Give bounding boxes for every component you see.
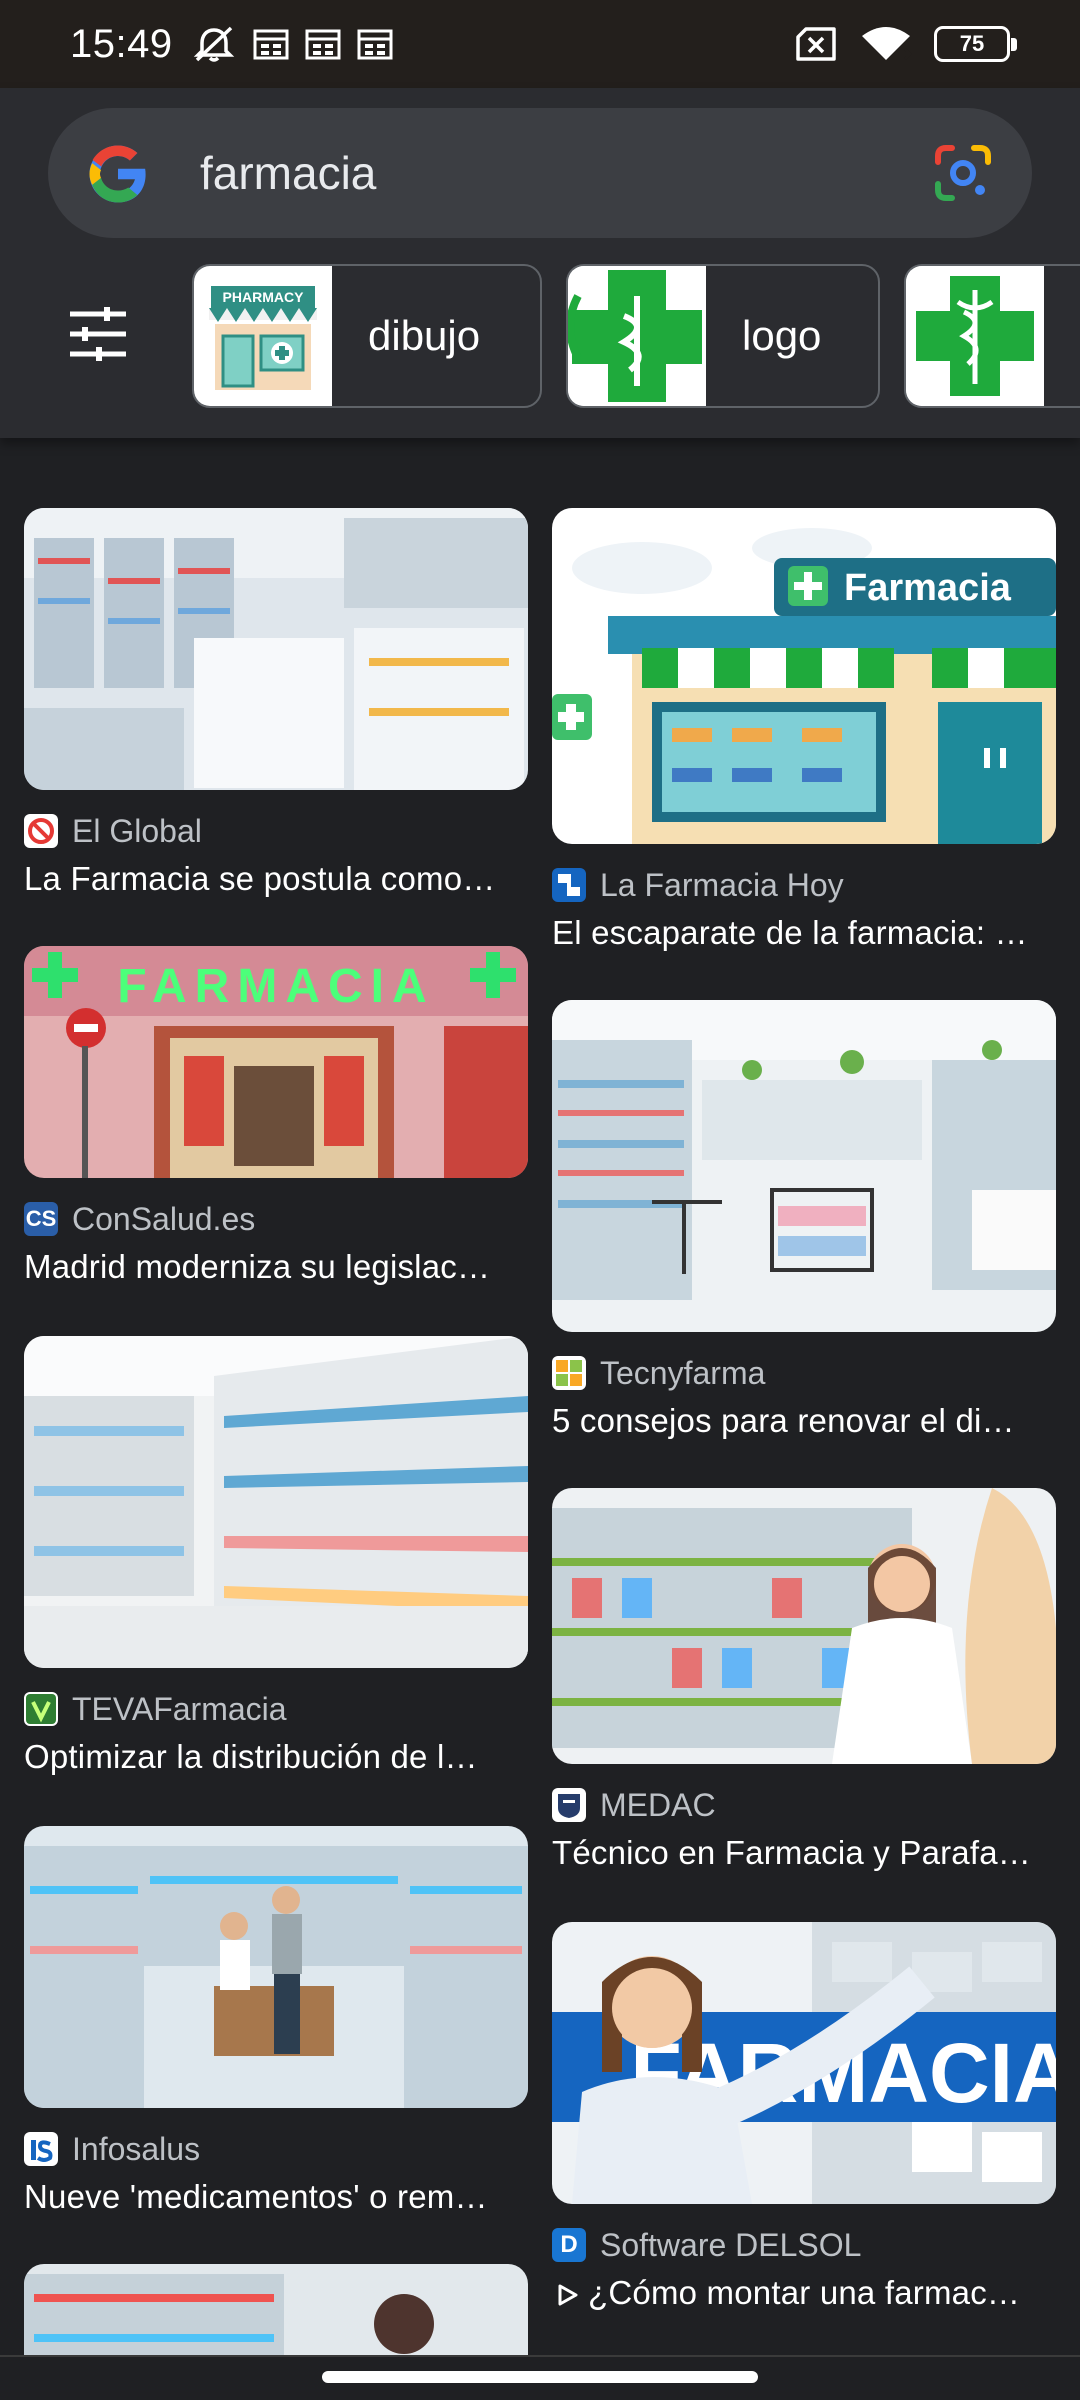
pharmacy-modern-interior-image	[552, 1000, 1056, 1332]
result-image[interactable]	[552, 1000, 1056, 1332]
source-name: El Global	[72, 812, 202, 849]
result-title[interactable]: Nueve 'medicamentos' o rem…	[24, 2178, 528, 2216]
pharmacy-shelves-image	[24, 1336, 528, 1668]
calendar-icon	[357, 29, 393, 60]
wifi-icon	[862, 27, 912, 61]
result-card[interactable]: Tecnyfarma 5 consejos para renovar el di…	[552, 1000, 1056, 1440]
tune-icon	[70, 307, 126, 361]
pharmacy-counter-image	[24, 1826, 528, 2108]
chips-row: PHARMACY dibujo logo	[0, 264, 1080, 410]
chip-logo[interactable]: logo	[566, 264, 880, 408]
pharmacy-illustration-image: Farmacia	[552, 508, 1056, 844]
result-card[interactable]: FARMACIA D Software DELSOL ¿Cómo montar …	[552, 1922, 1056, 2312]
result-card[interactable]: Infosalus Nueve 'medicamentos' o rem…	[24, 1826, 528, 2216]
play-icon	[558, 2284, 578, 2306]
calendar-icon	[253, 29, 289, 60]
source-name: La Farmacia Hoy	[600, 866, 844, 903]
result-title[interactable]: La Farmacia se postula como…	[24, 860, 528, 898]
google-logo[interactable]	[82, 138, 154, 210]
result-title-text: ¿Cómo montar una farmac…	[588, 2274, 1021, 2311]
chip-more[interactable]	[904, 264, 1080, 408]
search-query[interactable]: farmacia	[200, 146, 376, 200]
pharmacy-interior-image	[24, 508, 528, 790]
battery-icon: 75	[934, 26, 1017, 62]
result-image[interactable]: FARMACIA	[24, 946, 528, 1178]
chip-label: dibujo	[368, 312, 481, 359]
result-source[interactable]: El Global	[24, 810, 528, 852]
chip-dibujo[interactable]: PHARMACY dibujo	[192, 264, 542, 408]
result-title[interactable]: Optimizar la distribución de l…	[24, 1738, 528, 1776]
no-sim-icon	[796, 27, 836, 61]
result-card[interactable]: TEVAFarmacia Optimizar la distribución d…	[24, 1336, 528, 1776]
result-source[interactable]: Tecnyfarma	[552, 1352, 1056, 1394]
pharmacy-store-icon: PHARMACY	[209, 286, 317, 390]
consalud-favicon: CS	[24, 1202, 58, 1236]
result-source[interactable]: D Software DELSOL	[552, 2224, 1056, 2266]
source-name: Software DELSOL	[600, 2226, 862, 2263]
pharmacy-storefront-image: FARMACIA	[24, 946, 528, 1178]
teva-favicon	[24, 1692, 58, 1726]
result-source[interactable]: MEDAC	[552, 1784, 1056, 1826]
status-bar: 15:49 75	[0, 0, 1080, 88]
source-name: Infosalus	[72, 2130, 201, 2167]
result-image[interactable]: Farmacia	[552, 508, 1056, 844]
chip-label: logo	[742, 312, 822, 359]
result-card[interactable]: Farmacia La Farmacia Hoy El escaparate d…	[552, 508, 1056, 952]
search-bar[interactable]: farmacia	[48, 108, 1032, 238]
result-source[interactable]: CS ConSalud.es	[24, 1198, 528, 1240]
status-time: 15:49	[70, 21, 173, 66]
filter-button[interactable]	[56, 292, 140, 376]
pharmacy-partial-image	[24, 2264, 528, 2355]
calendar-icon	[305, 29, 341, 60]
result-card[interactable]: MEDAC Técnico en Farmacia y Parafa…	[552, 1488, 1056, 1872]
lens-icon[interactable]	[934, 144, 992, 202]
como-montar-farmacia-image: FARMACIA	[552, 1922, 1056, 2204]
battery-level: 75	[959, 31, 985, 56]
result-source[interactable]: TEVAFarmacia	[24, 1688, 528, 1730]
medac-favicon	[552, 1788, 586, 1822]
result-title[interactable]: Técnico en Farmacia y Parafa…	[552, 1834, 1056, 1872]
pharmacy-cross-thumb	[906, 266, 1044, 406]
source-name: TEVAFarmacia	[72, 1690, 287, 1727]
result-card[interactable]: FARMACIA CS ConSalud.es Madrid moderniza…	[24, 946, 528, 1286]
source-name: MEDAC	[600, 1786, 716, 1823]
pharmacy-sign-text: PHARMACY	[223, 289, 305, 305]
pharmacy-logo-thumb	[568, 266, 706, 406]
source-name: Tecnyfarma	[600, 1354, 766, 1391]
result-source[interactable]: Infosalus	[24, 2128, 528, 2170]
pharmacy-drawing-thumb: PHARMACY	[194, 266, 332, 406]
result-card[interactable]: El Global La Farmacia se postula como…	[24, 508, 528, 898]
result-source[interactable]: La Farmacia Hoy	[552, 864, 1056, 906]
tecnyfarma-favicon	[552, 1356, 586, 1390]
result-image[interactable]	[24, 508, 528, 790]
image-results-grid: El Global La Farmacia se postula como… F…	[0, 438, 1080, 2355]
source-name: ConSalud.es	[72, 1200, 256, 1237]
infosalus-favicon	[24, 2132, 58, 2166]
result-image[interactable]	[24, 1336, 528, 1668]
navigation-bar	[0, 2355, 1080, 2400]
result-image[interactable]: FARMACIA	[552, 1922, 1056, 2204]
la-farmacia-hoy-favicon	[552, 868, 586, 902]
result-title[interactable]: 5 consejos para renovar el di…	[552, 1402, 1056, 1440]
result-title[interactable]: ¿Cómo montar una farmac…	[552, 2274, 1056, 2312]
farmacia-storefront-sign: FARMACIA	[117, 960, 434, 1013]
el-global-favicon	[24, 814, 58, 848]
result-card-partial[interactable]	[24, 2264, 528, 2355]
result-image[interactable]	[24, 1826, 528, 2108]
mute-icon	[193, 26, 234, 62]
result-image[interactable]	[552, 1488, 1056, 1764]
pharmacist-woman-image	[552, 1488, 1056, 1764]
result-image[interactable]	[24, 2264, 528, 2355]
delsol-favicon: D	[552, 2228, 586, 2262]
home-gesture-handle[interactable]	[322, 2371, 758, 2383]
farmacia-sign-text: Farmacia	[844, 567, 1012, 609]
result-title[interactable]: Madrid moderniza su legislac…	[24, 1248, 528, 1286]
search-header: farmacia PHARMACY dibujo logo	[0, 88, 1080, 438]
result-title[interactable]: El escaparate de la farmacia: …	[552, 914, 1056, 952]
